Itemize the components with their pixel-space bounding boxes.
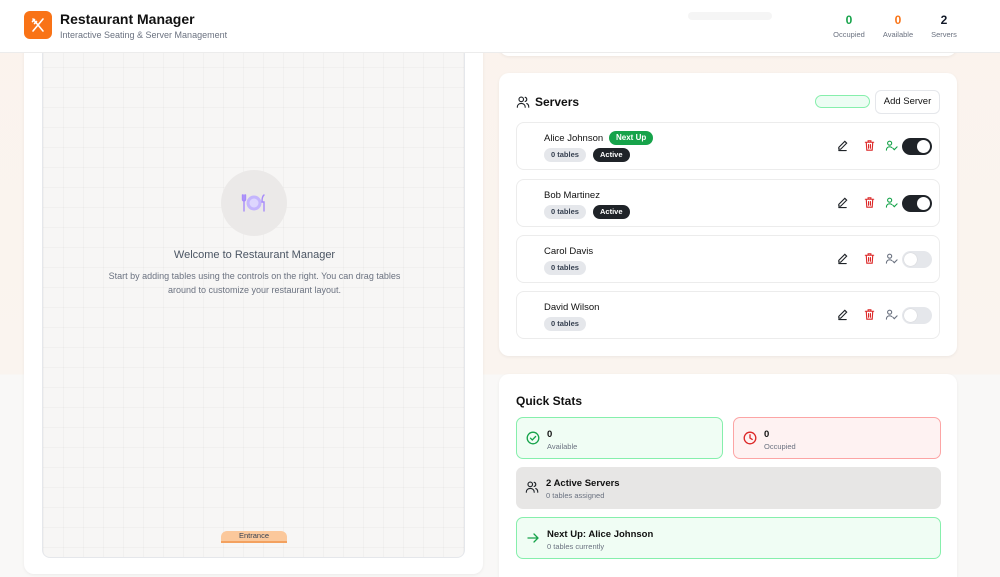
available-stat-box: 0 Available	[516, 417, 723, 459]
next-up-box: Next Up: Alice Johnson 0 tables currentl…	[516, 517, 941, 559]
servers-title: Servers	[535, 95, 580, 109]
header-placeholder	[688, 12, 772, 20]
active-badge: Active	[593, 205, 630, 219]
stat-occupied-label: Occupied	[833, 30, 865, 39]
table-count-badge: 0 tables	[544, 317, 586, 331]
server-row-alice: Alice Johnson Next Up 0 tables Active	[516, 122, 940, 170]
active-servers-box: 2 Active Servers 0 tables assigned	[516, 467, 941, 509]
user-check-icon[interactable]	[885, 252, 898, 265]
server-active-toggle[interactable]	[902, 307, 932, 324]
quick-stats-card: Quick Stats 0 Available 0 Occupied 2 Act…	[499, 374, 957, 577]
user-check-icon[interactable]	[885, 196, 898, 209]
servers-card: Servers Add Server Alice Johnson Next Up…	[499, 73, 957, 356]
active-servers-sub: 0 tables assigned	[546, 491, 605, 500]
server-active-toggle[interactable]	[902, 195, 932, 212]
stat-servers-label: Servers	[931, 30, 957, 39]
clock-icon	[743, 431, 757, 445]
stat-servers: 2 Servers	[919, 13, 969, 39]
check-circle-icon	[526, 431, 540, 445]
delete-trash-icon[interactable]	[863, 308, 876, 321]
arrow-right-icon	[527, 533, 539, 543]
server-name: David Wilson	[544, 302, 600, 313]
users-icon	[525, 481, 539, 493]
delete-trash-icon[interactable]	[863, 252, 876, 265]
user-check-icon[interactable]	[885, 139, 898, 152]
toggle-knob	[904, 309, 917, 322]
occupied-count: 0	[764, 429, 770, 440]
server-active-toggle[interactable]	[902, 251, 932, 268]
toggle-knob	[917, 140, 930, 153]
stat-servers-value: 2	[940, 13, 948, 27]
app-header: Restaurant Manager Interactive Seating &…	[0, 0, 1000, 53]
edit-pencil-icon[interactable]	[836, 308, 849, 321]
toggle-knob	[904, 253, 917, 266]
occupied-stat-box: 0 Occupied	[733, 417, 941, 459]
stat-available-value: 0	[894, 13, 902, 27]
utensils-crossed-icon	[24, 11, 52, 39]
server-row-carol: Carol Davis 0 tables	[516, 235, 940, 283]
plate-utensils-icon	[221, 170, 287, 236]
table-count-badge: 0 tables	[544, 148, 586, 162]
server-name: Alice Johnson	[544, 133, 604, 144]
next-up-badge: Next Up	[609, 131, 654, 145]
add-server-button[interactable]: Add Server	[875, 90, 940, 114]
welcome-title: Welcome to Restaurant Manager	[173, 249, 336, 261]
delete-trash-icon[interactable]	[863, 139, 876, 152]
table-count-badge: 0 tables	[544, 261, 586, 275]
app-subtitle: Interactive Seating & Server Management	[60, 30, 228, 40]
quick-stats-title: Quick Stats	[516, 394, 583, 408]
app-title: Restaurant Manager	[60, 11, 195, 27]
welcome-text: Start by adding tables using the control…	[108, 271, 401, 295]
entrance-marker: Entrance	[221, 531, 287, 543]
active-badge: Active	[593, 148, 630, 162]
next-up-sub: 0 tables currently	[547, 542, 605, 551]
edit-pencil-icon[interactable]	[836, 252, 849, 265]
user-check-icon[interactable]	[885, 308, 898, 321]
stat-occupied: 0 Occupied	[824, 13, 874, 39]
stat-occupied-value: 0	[845, 13, 853, 27]
delete-trash-icon[interactable]	[863, 196, 876, 209]
edit-pencil-icon[interactable]	[836, 196, 849, 209]
users-icon	[516, 96, 530, 108]
active-servers-title: 2 Active Servers	[546, 478, 620, 489]
available-count: 0	[547, 429, 553, 440]
server-row-david: David Wilson 0 tables	[516, 291, 940, 339]
stat-available: 0 Available	[873, 13, 923, 39]
next-up-title: Next Up: Alice Johnson	[547, 529, 654, 540]
available-label: Available	[547, 442, 578, 451]
edit-pencil-icon[interactable]	[836, 139, 849, 152]
server-name: Carol Davis	[544, 246, 594, 257]
server-active-toggle[interactable]	[902, 138, 932, 155]
stat-available-label: Available	[882, 30, 914, 39]
server-row-bob: Bob Martinez 0 tables Active	[516, 179, 940, 227]
status-pill	[815, 95, 870, 108]
server-name: Bob Martinez	[544, 190, 600, 201]
occupied-label: Occupied	[764, 442, 796, 451]
floor-plan-canvas[interactable]: Welcome to Restaurant Manager Start by a…	[42, 46, 465, 558]
toggle-knob	[917, 197, 930, 210]
table-count-badge: 0 tables	[544, 205, 586, 219]
